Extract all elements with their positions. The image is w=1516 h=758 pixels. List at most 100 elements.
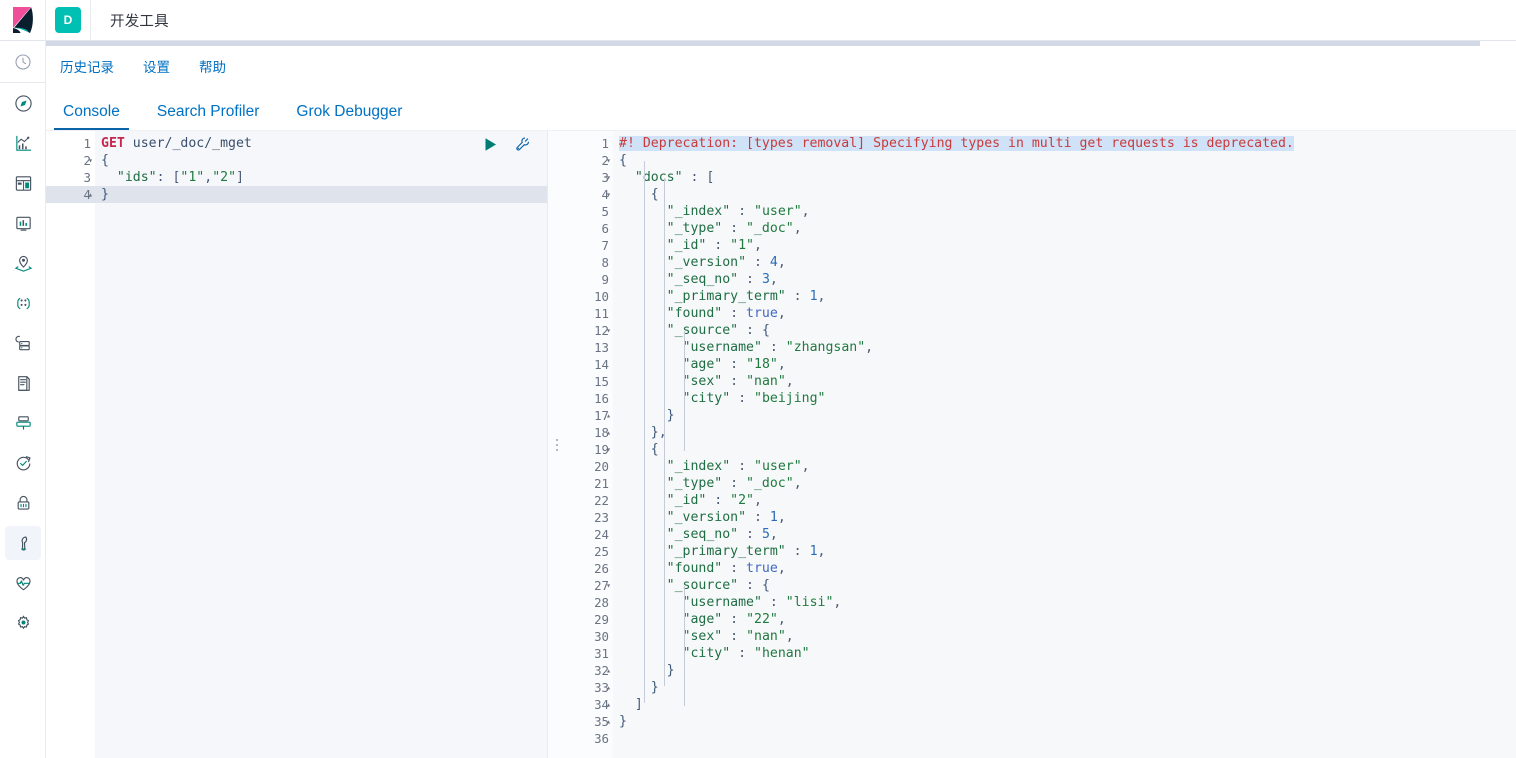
history-link[interactable]: 历史记录	[54, 53, 120, 79]
fold-close-icon[interactable]: ▴	[602, 696, 611, 713]
code-line[interactable]: "_primary_term" : 1,	[613, 288, 1516, 305]
code-line[interactable]: "city" : "beijing"	[613, 390, 1516, 407]
code-token: ,	[777, 306, 786, 321]
sidebar-item-uptime[interactable]	[0, 443, 46, 483]
code-line[interactable]: {	[95, 152, 548, 169]
line-number: 7	[566, 237, 613, 254]
sidebar-item-infrastructure[interactable]	[0, 323, 46, 363]
code-line[interactable]: }	[95, 186, 548, 203]
sidebar-item-maps[interactable]	[0, 243, 46, 283]
sidebar-item-machine-learning[interactable]	[0, 283, 46, 323]
code-line[interactable]: ]	[613, 696, 1516, 713]
code-token: ,	[204, 170, 213, 185]
code-token: :	[706, 238, 731, 253]
line-number: 25	[566, 543, 613, 560]
sidebar-item-discover[interactable]	[0, 83, 46, 123]
fold-close-icon[interactable]: ▴	[602, 662, 611, 679]
fold-open-icon[interactable]: ▾	[84, 152, 93, 169]
tab-search-profiler[interactable]: Search Profiler	[148, 103, 269, 131]
sidebar-item-recently-viewed[interactable]	[0, 41, 46, 82]
code-token: "username"	[682, 340, 762, 355]
help-link[interactable]: 帮助	[193, 53, 232, 79]
code-token: "_index"	[666, 204, 731, 219]
code-line[interactable]: "sex" : "nan",	[613, 373, 1516, 390]
code-line[interactable]: "docs" : [	[613, 169, 1516, 186]
fold-close-icon[interactable]: ▴	[602, 713, 611, 730]
code-line[interactable]: {	[613, 441, 1516, 458]
code-line[interactable]: "sex" : "nan",	[613, 628, 1516, 645]
sidebar-item-canvas[interactable]	[0, 203, 46, 243]
sidebar-item-apm[interactable]	[0, 403, 46, 443]
code-line[interactable]: "_version" : 1,	[613, 509, 1516, 526]
fold-close-icon[interactable]: ▴	[602, 407, 611, 424]
code-line[interactable]: "_id" : "2",	[613, 492, 1516, 509]
code-token: "found"	[666, 561, 723, 576]
code-line[interactable]: "_type" : "_doc",	[613, 475, 1516, 492]
code-line[interactable]: "age" : "18",	[613, 356, 1516, 373]
code-line[interactable]: "_source" : {	[613, 322, 1516, 339]
tab-console[interactable]: Console	[54, 103, 129, 130]
code-line[interactable]: }	[613, 679, 1516, 696]
fold-open-icon[interactable]: ▾	[602, 441, 611, 458]
fold-close-icon[interactable]: ▴	[602, 679, 611, 696]
sidebar-item-dev-tools[interactable]	[0, 523, 46, 563]
fold-open-icon[interactable]: ▾	[602, 577, 611, 594]
wrench-icon[interactable]	[514, 136, 531, 158]
code-line[interactable]	[613, 730, 1516, 747]
fold-open-icon[interactable]: ▾	[602, 169, 611, 186]
kibana-home-button[interactable]	[0, 0, 46, 41]
code-line[interactable]: "_index" : "user",	[613, 203, 1516, 220]
code-line[interactable]: "_id" : "1",	[613, 237, 1516, 254]
sidebar-item-management[interactable]	[0, 603, 46, 643]
code-line[interactable]: #! Deprecation: [types removal] Specifyi…	[613, 135, 1516, 152]
request-editor-pane[interactable]: 1 2 ▾ 3 4 ▴ GET user/_doc/_mget{ "ids": ["1…	[46, 131, 548, 758]
code-line[interactable]: "age" : "22",	[613, 611, 1516, 628]
code-line[interactable]: "found" : true,	[613, 560, 1516, 577]
code-line[interactable]: }	[613, 407, 1516, 424]
fold-close-icon[interactable]: ▴	[84, 186, 93, 203]
code-line[interactable]: "_index" : "user",	[613, 458, 1516, 475]
code-line[interactable]: "_version" : 4,	[613, 254, 1516, 271]
fold-open-icon[interactable]: ▾	[602, 322, 611, 339]
tab-grok-debugger[interactable]: Grok Debugger	[287, 103, 411, 131]
code-line[interactable]: {	[613, 152, 1516, 169]
pane-resize-handle[interactable]	[548, 131, 566, 758]
code-line[interactable]: GET user/_doc/_mget	[95, 135, 548, 152]
request-code-area[interactable]: GET user/_doc/_mget{ "ids": ["1","2"]}	[95, 131, 548, 758]
sidebar-item-dashboard[interactable]	[0, 163, 46, 203]
sidebar-item-logs[interactable]	[0, 363, 46, 403]
sidebar-item-stack-monitoring[interactable]	[0, 563, 46, 603]
code-token: ,	[793, 476, 802, 491]
settings-link[interactable]: 设置	[137, 53, 176, 79]
code-line[interactable]: }	[613, 713, 1516, 730]
fold-open-icon[interactable]: ▾	[602, 186, 611, 203]
code-line[interactable]: "ids": ["1","2"]	[95, 169, 548, 186]
fold-open-icon[interactable]: ▾	[602, 152, 611, 169]
sidebar-item-visualize[interactable]	[0, 123, 46, 163]
code-line[interactable]: "username" : "zhangsan",	[613, 339, 1516, 356]
fold-close-icon[interactable]: ▴	[602, 424, 611, 441]
code-line[interactable]: "_source" : {	[613, 577, 1516, 594]
code-token: :	[722, 612, 747, 627]
code-token: "18"	[746, 357, 778, 372]
code-line[interactable]: "_seq_no" : 3,	[613, 271, 1516, 288]
code-line[interactable]: },	[613, 424, 1516, 441]
code-line[interactable]: "found" : true,	[613, 305, 1516, 322]
code-token: "ids"	[116, 170, 157, 185]
response-editor-pane[interactable]: 1 2 ▾ 3 ▾ 4 ▾ 5 6 7 8 9 10 11 12 ▾ 13 14 15 16 1…	[566, 131, 1516, 758]
play-icon[interactable]	[482, 136, 499, 158]
line-number: 9	[566, 271, 613, 288]
code-line[interactable]: {	[613, 186, 1516, 203]
code-line[interactable]: "city" : "henan"	[613, 645, 1516, 662]
code-line[interactable]: "username" : "lisi",	[613, 594, 1516, 611]
code-line[interactable]: "_type" : "_doc",	[613, 220, 1516, 237]
code-token: "_doc"	[746, 476, 794, 491]
code-line[interactable]: }	[613, 662, 1516, 679]
response-code-area[interactable]: #! Deprecation: [types removal] Specifyi…	[613, 131, 1516, 758]
code-line[interactable]: "_seq_no" : 5,	[613, 526, 1516, 543]
code-line[interactable]: "_primary_term" : 1,	[613, 543, 1516, 560]
sidebar-item-security[interactable]	[0, 483, 46, 523]
